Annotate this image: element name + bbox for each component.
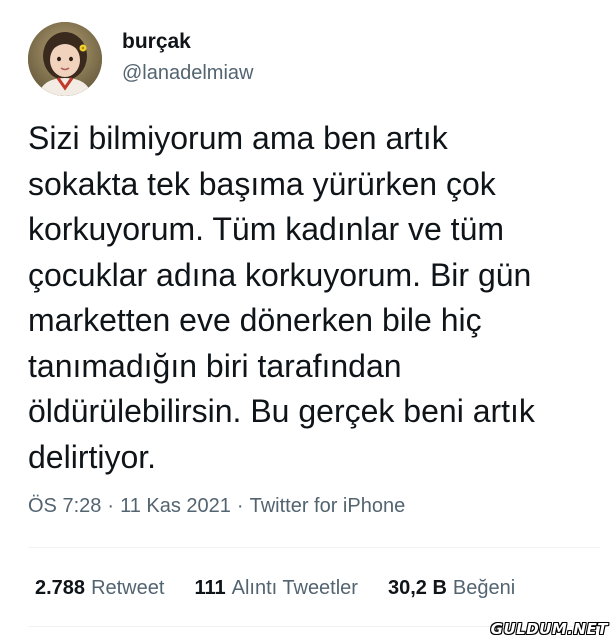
- meta-separator: ·: [107, 495, 115, 517]
- divider: [28, 547, 600, 548]
- watermark-logo: GULDUM.NET: [490, 620, 608, 638]
- retweets-stat[interactable]: 2.788 Retweet: [35, 574, 164, 602]
- likes-stat[interactable]: 30,2 B Beğeni: [388, 574, 515, 602]
- retweets-label: Retweet: [91, 577, 165, 599]
- tweet-card: burçak @lanadelmiaw Sizi bilmiyorum ama …: [0, 0, 612, 640]
- retweets-count: 2.788: [35, 577, 86, 599]
- tweet-header: burçak @lanadelmiaw: [28, 22, 253, 96]
- quotes-label: Alıntı Tweetler: [231, 577, 358, 599]
- user-meta: burçak @lanadelmiaw: [122, 28, 253, 86]
- likes-label: Beğeni: [452, 577, 516, 599]
- tweet-text: Sizi bilmiyorum ama ben artık sokakta te…: [28, 120, 535, 475]
- user-handle[interactable]: @lanadelmiaw: [122, 60, 253, 86]
- tweet-stats: 2.788 Retweet 111 Alıntı Tweetler 30,2 B Be…: [35, 574, 515, 602]
- tweet-date[interactable]: 11 Kas 2021: [120, 495, 231, 517]
- meta-separator: ·: [236, 495, 244, 517]
- likes-count: 30,2 B: [387, 577, 447, 599]
- avatar[interactable]: [28, 22, 102, 96]
- tweet-meta: ÖS 7:28 · 11 Kas 2021 · Twitter for iPhone: [28, 492, 405, 520]
- quotes-stat[interactable]: 111 Alıntı Tweetler: [194, 574, 358, 602]
- display-name[interactable]: burçak: [122, 28, 253, 56]
- child-photo-avatar-icon: [28, 22, 102, 96]
- tweet-time[interactable]: ÖS 7:28: [28, 495, 101, 517]
- tweet-source[interactable]: Twitter for iPhone: [250, 495, 406, 517]
- quotes-count: 111: [194, 577, 226, 599]
